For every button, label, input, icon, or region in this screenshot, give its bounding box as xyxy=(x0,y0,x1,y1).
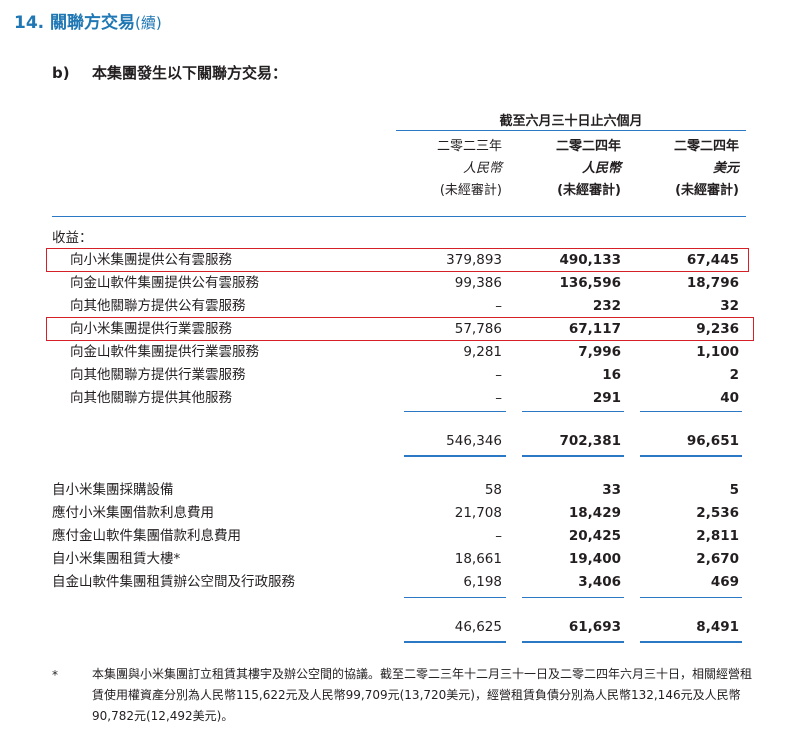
column-year: 二零二四年 xyxy=(555,139,621,154)
total-double-rule xyxy=(640,641,742,643)
row-label: 向金山軟件集團提供行業雲服務 xyxy=(70,344,259,360)
section-continued: (續) xyxy=(135,14,162,32)
section-number: 14. xyxy=(14,13,45,33)
column-currency: 人民幣 xyxy=(581,161,621,176)
column-audit: (未經審計) xyxy=(439,183,502,198)
total-double-rule xyxy=(640,455,742,457)
total-usd: 8,491 xyxy=(696,619,739,635)
value-usd: 40 xyxy=(720,390,739,406)
column-header-2024-usd: 二零二四年 美元 (未經審計) xyxy=(629,136,739,202)
value-usd: 2,811 xyxy=(696,528,739,544)
period-rule xyxy=(396,130,746,131)
value-2024: 7,996 xyxy=(578,344,621,360)
table-row: 向其他關聯方提供行業雲服務 – 16 2 xyxy=(0,364,796,386)
total-2023: 546,346 xyxy=(446,433,502,449)
subsection-heading: 本集團發生以下關聯方交易： xyxy=(92,64,288,82)
total-double-rule xyxy=(522,641,624,643)
value-2024: 20,425 xyxy=(568,528,621,544)
value-usd: 2,670 xyxy=(696,551,739,567)
row-label: 自金山軟件集團租賃辦公空間及行政服務 xyxy=(52,574,295,590)
value-2024: 136,596 xyxy=(559,275,622,291)
subtotal-rule xyxy=(404,597,506,598)
value-2023: 58 xyxy=(484,482,502,498)
row-label: 向其他關聯方提供公有雲服務 xyxy=(70,298,246,314)
total-2024: 702,381 xyxy=(559,433,622,449)
table-row: 自小米集團租賃大樓* 18,661 19,400 2,670 xyxy=(0,548,796,570)
value-2023: 99,386 xyxy=(454,275,502,291)
value-usd: 469 xyxy=(710,574,739,590)
value-usd: 2,536 xyxy=(696,505,739,521)
revenue-heading: 收益： xyxy=(52,230,93,246)
value-2024: 232 xyxy=(592,298,621,314)
highlight-box-industry-cloud xyxy=(46,317,754,341)
value-2024: 3,406 xyxy=(578,574,621,590)
section-title: 14. 關聯方交易(續) xyxy=(14,8,162,33)
value-2023: – xyxy=(495,367,502,383)
subtotal-rule xyxy=(404,411,506,412)
row-label: 自小米集團租賃大樓* xyxy=(52,551,181,567)
table-row: 應付金山軟件集團借款利息費用 – 20,425 2,811 xyxy=(0,525,796,547)
revenue-total-row: 546,346 702,381 96,651 xyxy=(0,430,796,452)
table-row: 向金山軟件集團提供行業雲服務 9,281 7,996 1,100 xyxy=(0,341,796,363)
value-usd: 5 xyxy=(729,482,739,498)
value-2023: 6,198 xyxy=(463,574,502,590)
subtotal-rule xyxy=(640,411,742,412)
table-row: 向其他關聯方提供其他服務 – 291 40 xyxy=(0,387,796,409)
table-row: 向金山軟件集團提供公有雲服務 99,386 136,596 18,796 xyxy=(0,272,796,294)
value-usd: 18,796 xyxy=(686,275,739,291)
value-usd: 2 xyxy=(729,367,739,383)
table-row: 自金山軟件集團租賃辦公空間及行政服務 6,198 3,406 469 xyxy=(0,571,796,593)
row-label: 向其他關聯方提供行業雲服務 xyxy=(70,367,246,383)
row-label: 自小米集團採購設備 xyxy=(52,482,174,498)
total-2024: 61,693 xyxy=(568,619,621,635)
table-row: 自小米集團採購設備 58 33 5 xyxy=(0,479,796,501)
period-header: 截至六月三十日止六個月 xyxy=(499,114,643,129)
column-audit: (未經審計) xyxy=(675,183,739,198)
value-usd: 32 xyxy=(720,298,739,314)
other-total-row: 46,625 61,693 8,491 xyxy=(0,616,796,638)
footnote-text: 本集團與小米集團訂立租賃其樓宇及辦公空間的協議。截至二零二三年十二月三十一日及二… xyxy=(92,667,753,723)
subsection-letter: b) xyxy=(52,64,70,82)
header-rule xyxy=(52,216,746,217)
highlight-box-public-cloud xyxy=(46,248,749,272)
value-2023: 21,708 xyxy=(454,505,502,521)
row-label: 向其他關聯方提供其他服務 xyxy=(70,390,232,406)
subtotal-rule xyxy=(522,597,624,598)
value-2024: 19,400 xyxy=(568,551,621,567)
value-2023: – xyxy=(495,528,502,544)
value-2023: 18,661 xyxy=(454,551,502,567)
value-2024: 16 xyxy=(602,367,621,383)
subtotal-rule xyxy=(640,597,742,598)
row-label: 應付小米集團借款利息費用 xyxy=(52,505,214,521)
table-row: 向其他關聯方提供公有雲服務 – 232 32 xyxy=(0,295,796,317)
value-usd: 1,100 xyxy=(696,344,739,360)
row-label: 向金山軟件集團提供公有雲服務 xyxy=(70,275,259,291)
value-2023: – xyxy=(495,298,502,314)
column-currency: 人民幣 xyxy=(462,161,502,176)
column-header-2023: 二零二三年 人民幣 (未經審計) xyxy=(392,136,502,202)
footnote-mark: * xyxy=(52,668,58,682)
section-heading: 關聯方交易 xyxy=(50,13,136,33)
total-2023: 46,625 xyxy=(454,619,502,635)
value-2024: 291 xyxy=(592,390,621,406)
column-currency: 美元 xyxy=(712,161,739,176)
subtotal-rule xyxy=(522,411,624,412)
subsection-title: b) 本集團發生以下關聯方交易： xyxy=(52,62,287,83)
value-2024: 18,429 xyxy=(568,505,621,521)
total-double-rule xyxy=(522,455,624,457)
column-audit: (未經審計) xyxy=(557,183,621,198)
column-year: 二零二四年 xyxy=(673,139,739,154)
value-2023: 9,281 xyxy=(463,344,502,360)
total-double-rule xyxy=(404,641,506,643)
value-2024: 33 xyxy=(602,482,621,498)
value-2023: – xyxy=(495,390,502,406)
revenue-heading-row: 收益： xyxy=(0,227,796,249)
column-header-2024: 二零二四年 人民幣 (未經審計) xyxy=(511,136,621,202)
total-usd: 96,651 xyxy=(686,433,739,449)
table-row: 應付小米集團借款利息費用 21,708 18,429 2,536 xyxy=(0,502,796,524)
column-year: 二零二三年 xyxy=(436,139,502,154)
total-double-rule xyxy=(404,455,506,457)
row-label: 應付金山軟件集團借款利息費用 xyxy=(52,528,241,544)
